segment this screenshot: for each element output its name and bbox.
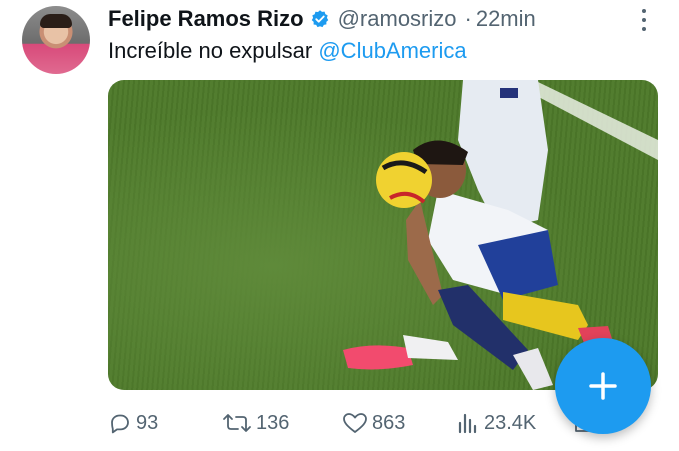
verified-badge-icon — [310, 9, 330, 29]
views-count: 23.4K — [484, 411, 537, 434]
retweet-count: 136 — [256, 411, 290, 434]
media-illustration — [343, 80, 658, 390]
reply-icon — [111, 414, 129, 434]
white-boot — [403, 335, 458, 360]
more-dot — [642, 27, 646, 31]
header-separator: · — [464, 6, 472, 31]
like-icon — [343, 413, 367, 433]
pink-boot — [343, 345, 413, 370]
retweet-button[interactable]: 136 — [222, 408, 289, 438]
author-name[interactable]: Felipe Ramos Rizo — [108, 6, 304, 32]
tweet-text: Increíble no expulsar @ClubAmerica — [108, 38, 467, 64]
reply-count: 93 — [136, 411, 159, 434]
reply-button[interactable]: 93 — [108, 408, 158, 438]
avatar-hair — [40, 14, 72, 28]
like-button[interactable]: 863 — [342, 408, 405, 438]
tweet-header: Felipe Ramos Rizo @ramosrizo · 22min — [108, 4, 536, 34]
author-handle[interactable]: @ramosrizo — [338, 6, 457, 32]
white-boot-2 — [513, 348, 553, 390]
tweet-text-plain: Increíble no expulsar — [108, 38, 319, 63]
views-button[interactable]: 23.4K — [456, 408, 536, 438]
more-dot — [642, 18, 646, 22]
avatar[interactable] — [22, 6, 90, 74]
mention-link[interactable]: @ClubAmerica — [318, 38, 466, 63]
tweet-media-image[interactable] — [108, 80, 658, 390]
like-count: 863 — [372, 411, 406, 434]
views-icon — [458, 413, 477, 434]
more-dot — [642, 9, 646, 13]
yellow-sock — [503, 292, 588, 340]
compose-plus-icon — [589, 372, 617, 400]
retweet-icon — [223, 414, 251, 432]
more-options-icon[interactable] — [641, 9, 647, 31]
pitch-line — [533, 82, 658, 160]
tweet-time[interactable]: 22min — [476, 6, 536, 32]
compose-button[interactable] — [555, 338, 651, 434]
jersey-logo — [500, 88, 518, 98]
